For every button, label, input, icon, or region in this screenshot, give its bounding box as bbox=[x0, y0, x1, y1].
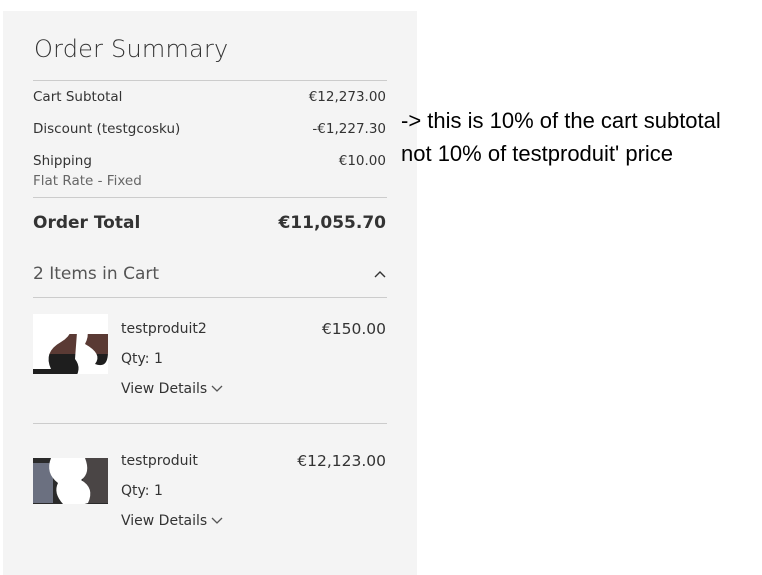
chevron-down-icon bbox=[211, 517, 223, 524]
discount-label: Discount (testgcosku) bbox=[33, 121, 181, 137]
cart-subtotal-label: Cart Subtotal bbox=[33, 89, 123, 105]
annotation-line-2: not 10% of testproduit' price bbox=[401, 141, 674, 166]
product-name: testproduit bbox=[121, 453, 198, 469]
view-details-label: View Details bbox=[121, 381, 208, 397]
shipping-value: €10.00 bbox=[338, 153, 386, 169]
divider bbox=[33, 423, 387, 424]
view-details-toggle[interactable]: View Details bbox=[121, 513, 223, 529]
view-details-label: View Details bbox=[121, 513, 208, 529]
divider bbox=[33, 297, 387, 298]
shipping-label: Shipping bbox=[33, 153, 92, 169]
annotation-note: -> this is 10% of the cart subtotal not … bbox=[401, 104, 762, 170]
chevron-up-icon[interactable] bbox=[374, 269, 386, 279]
product-price: €150.00 bbox=[321, 320, 386, 338]
cart-subtotal-value: €12,273.00 bbox=[308, 89, 386, 105]
product-qty: Qty: 1 bbox=[121, 351, 163, 367]
view-details-toggle[interactable]: View Details bbox=[121, 381, 223, 397]
product-price: €12,123.00 bbox=[297, 452, 386, 470]
divider bbox=[33, 80, 387, 81]
shipping-method: Flat Rate - Fixed bbox=[33, 173, 142, 189]
discount-value: -€1,227.30 bbox=[312, 121, 386, 137]
product-name: testproduit2 bbox=[121, 321, 207, 337]
order-summary-title: Order Summary bbox=[34, 35, 229, 63]
order-total-label: Order Total bbox=[33, 213, 141, 233]
order-summary-panel: Order Summary Cart Subtotal €12,273.00 D… bbox=[3, 11, 417, 575]
product-thumbnail[interactable] bbox=[33, 458, 108, 508]
divider bbox=[33, 197, 387, 198]
product-thumbnail[interactable] bbox=[33, 314, 108, 381]
items-in-cart-toggle[interactable]: 2 Items in Cart bbox=[33, 264, 159, 284]
order-total-value: €11,055.70 bbox=[278, 213, 386, 233]
product-qty: Qty: 1 bbox=[121, 483, 163, 499]
annotation-line-1: -> this is 10% of the cart subtotal bbox=[401, 108, 721, 133]
chevron-down-icon bbox=[211, 385, 223, 392]
